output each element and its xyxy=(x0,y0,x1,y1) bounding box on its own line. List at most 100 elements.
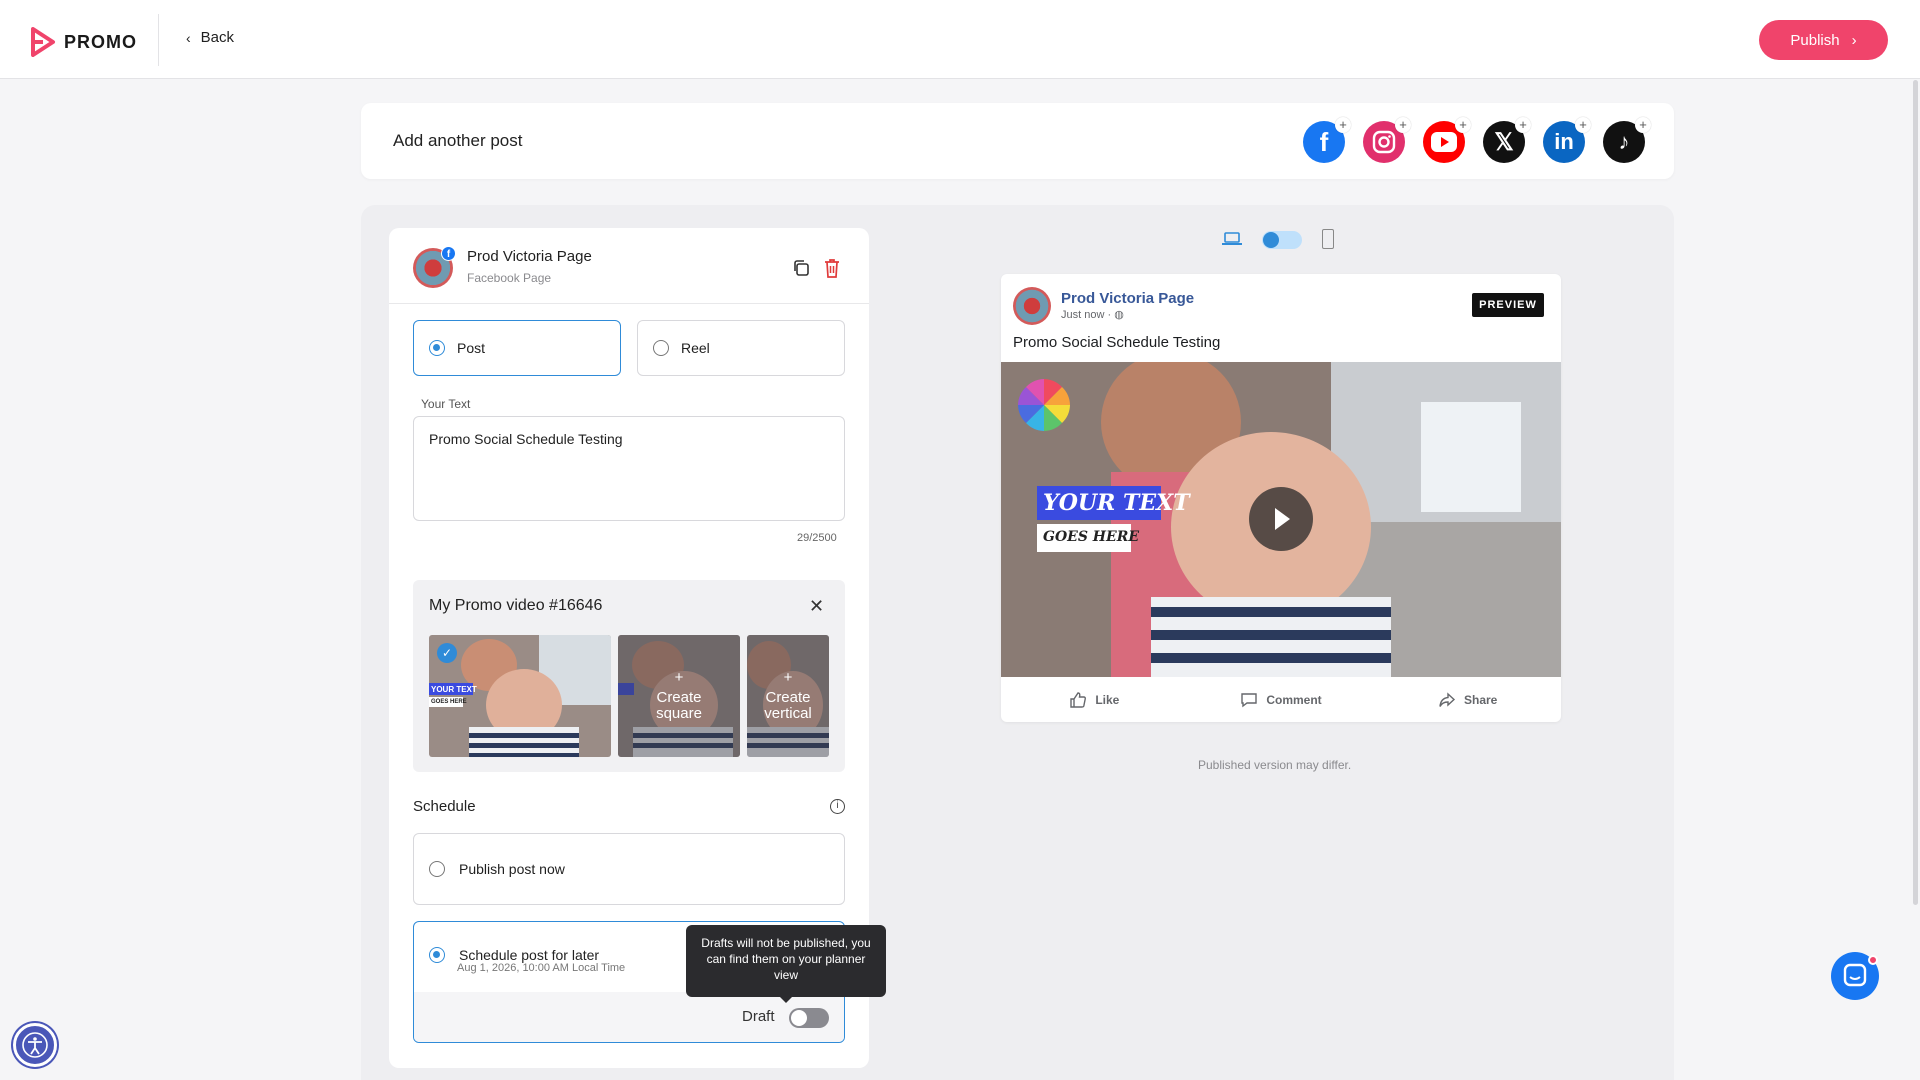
share-action[interactable]: Share xyxy=(1374,691,1561,709)
draft-toggle[interactable] xyxy=(789,1008,829,1028)
add-post-card: Add another post f + + + 𝕏 + in + ♪ + xyxy=(361,103,1674,179)
youtube-glyph xyxy=(1431,132,1457,152)
laptop-icon[interactable] xyxy=(1222,232,1242,246)
radio-unselected xyxy=(653,340,669,356)
thumb-landscape[interactable]: YOUR TEXT GOES HERE ✓ xyxy=(429,635,611,757)
close-icon[interactable]: ✕ xyxy=(809,596,824,617)
preview-page-name: Prod Victoria Page xyxy=(1061,290,1195,307)
delete-icon[interactable] xyxy=(822,257,842,279)
radio-selected xyxy=(429,947,445,963)
check-icon: ✓ xyxy=(437,643,457,663)
account-name: Prod Victoria Page xyxy=(467,248,592,265)
radio-selected xyxy=(429,340,445,356)
top-bar: PROMO ‹ Back Publish › xyxy=(0,0,1920,79)
preview-avatar xyxy=(1013,287,1051,325)
radio-unselected xyxy=(429,861,445,877)
account-row: f Prod Victoria Page Facebook Page xyxy=(389,228,869,304)
phone-icon[interactable] xyxy=(1322,229,1334,249)
device-switch[interactable] xyxy=(1262,231,1302,249)
chevron-right-icon: › xyxy=(1851,31,1857,49)
video-selector: My Promo video #16646 ✕ YOUR TEXT GOES H… xyxy=(413,580,845,772)
info-icon[interactable]: i xyxy=(830,799,845,814)
publish-now-label: Publish post now xyxy=(459,861,565,877)
instagram-glyph xyxy=(1372,130,1396,154)
publish-button[interactable]: Publish › xyxy=(1759,20,1888,60)
create-square-overlay: + Create square xyxy=(618,635,740,757)
preview-post-text: Promo Social Schedule Testing xyxy=(1013,334,1221,351)
preview-disclaimer: Published version may differ. xyxy=(1198,758,1352,772)
tiktok-icon[interactable]: ♪ + xyxy=(1603,117,1651,163)
plus-icon: + xyxy=(1395,117,1411,133)
character-counter: 29/2500 xyxy=(797,532,837,544)
globe-icon: ◍ xyxy=(1114,309,1124,321)
back-label: Back xyxy=(200,29,235,46)
preview-time-text: Just now xyxy=(1061,309,1105,321)
schedule-label: Schedule xyxy=(413,798,476,815)
like-action[interactable]: Like xyxy=(1001,691,1188,709)
preview-video-subtext: GOES HERE xyxy=(1043,529,1140,545)
notification-dot xyxy=(1868,955,1878,965)
brand-name: PROMO xyxy=(64,31,138,52)
comment-action[interactable]: Comment xyxy=(1188,691,1375,709)
post-text-input[interactable] xyxy=(413,416,845,521)
schedule-date[interactable]: Aug 1, 2026, 10:00 AM Local Time xyxy=(457,962,625,974)
create-vertical-overlay: + Create vertical xyxy=(747,635,829,757)
publish-label: Publish xyxy=(1790,31,1840,49)
plus-icon: + xyxy=(1575,117,1591,133)
page-scrollbar[interactable] xyxy=(1913,80,1918,905)
play-icon[interactable] xyxy=(1249,487,1313,551)
plus-icon: + xyxy=(1455,117,1471,133)
plus-icon: + xyxy=(674,669,684,686)
thumb-vertical[interactable]: + Create vertical xyxy=(747,635,829,757)
duplicate-icon[interactable] xyxy=(791,258,811,278)
share-icon xyxy=(1439,691,1456,707)
post-type-reel-label: Reel xyxy=(681,340,710,356)
video-title: My Promo video #16646 xyxy=(429,597,603,614)
promo-logo-icon xyxy=(31,27,55,57)
publish-now-option[interactable]: Publish post now xyxy=(413,833,845,905)
plus-icon: + xyxy=(1515,117,1531,133)
comment-icon xyxy=(1241,692,1258,707)
preview-badge: PREVIEW xyxy=(1472,293,1544,317)
share-label: Share xyxy=(1464,692,1498,707)
facebook-badge-icon: f xyxy=(441,246,456,261)
schedule-later-radio-row[interactable]: Schedule post for later xyxy=(429,947,599,963)
account-type: Facebook Page xyxy=(467,271,552,285)
thumb-overlay-text: YOUR TEXT xyxy=(431,685,477,694)
preview-actions: Like Comment Share xyxy=(1001,677,1561,722)
post-type-post[interactable]: Post xyxy=(413,320,621,376)
post-type-post-label: Post xyxy=(457,340,486,356)
back-button[interactable]: ‹ Back xyxy=(186,29,234,46)
chevron-left-icon: ‹ xyxy=(186,29,191,46)
plus-icon: + xyxy=(1635,117,1651,133)
thumb-overlay-sub: GOES HERE xyxy=(431,699,467,705)
promo-logo[interactable]: PROMO xyxy=(30,27,137,57)
header-divider xyxy=(158,14,159,66)
plus-icon: + xyxy=(1335,117,1351,133)
x-icon[interactable]: 𝕏 + xyxy=(1483,117,1531,163)
add-post-title: Add another post xyxy=(393,131,523,150)
preview-video: YOUR TEXT GOES HERE xyxy=(1001,362,1561,677)
accessibility-glyph xyxy=(22,1032,48,1058)
comment-label: Comment xyxy=(1266,692,1322,707)
text-field-label: Your Text xyxy=(421,397,471,411)
create-vertical-label: Create vertical xyxy=(764,689,812,722)
thumb-square[interactable]: + Create square xyxy=(618,635,740,757)
draft-tooltip: Drafts will not be published, you can fi… xyxy=(686,925,886,1003)
linkedin-icon[interactable]: in + xyxy=(1543,117,1591,163)
preview-device-toggle xyxy=(1222,228,1334,252)
schedule-later-label: Schedule post for later xyxy=(459,947,600,963)
create-square-label: Create square xyxy=(656,689,702,722)
youtube-icon[interactable]: + xyxy=(1423,117,1471,163)
facebook-preview-card: Prod Victoria Page Just now · ◍ PREVIEW … xyxy=(1001,274,1561,722)
thumbs-up-icon xyxy=(1070,691,1087,708)
preview-video-text: YOUR TEXT xyxy=(1043,490,1190,516)
preview-time: Just now · ◍ xyxy=(1061,309,1124,321)
facebook-icon[interactable]: f + xyxy=(1303,117,1351,163)
accessibility-icon[interactable] xyxy=(13,1023,57,1067)
like-label: Like xyxy=(1095,692,1120,707)
post-type-reel[interactable]: Reel xyxy=(637,320,845,376)
draft-label: Draft xyxy=(742,1008,775,1025)
plus-icon: + xyxy=(783,669,793,686)
instagram-icon[interactable]: + xyxy=(1363,117,1411,163)
